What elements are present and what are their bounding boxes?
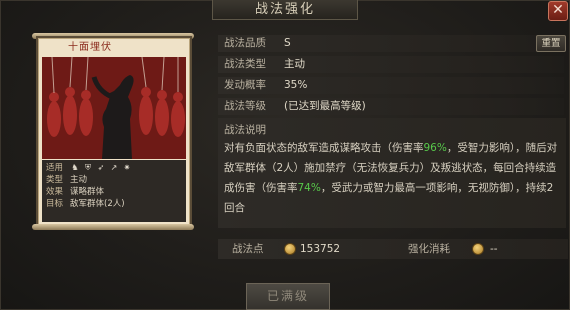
info-value: 敌军群体(2人) [70, 199, 125, 209]
info-value: 主动 [70, 175, 88, 185]
stat-row-level: 战法等级 (已达到最高等级) [218, 98, 564, 115]
cost-value: -- [490, 243, 498, 255]
description-panel: 战法说明 对有负面状态的敌军造成谋略攻击（伤害率96%，受智力影响），随后对敌军… [218, 118, 566, 228]
vehicle-icon: ✷ [123, 163, 131, 172]
info-row-effect: 效果 谋略群体 [46, 186, 182, 198]
points-value: 153752 [300, 243, 341, 255]
stat-row-grade: 战法品质 S [218, 35, 564, 52]
info-key: 目标 [46, 199, 64, 209]
type-label: 战法类型 [224, 58, 266, 70]
description-text: 对有负面状态的敌军造成谋略攻击（伤害率96%，受智力影响），随后对敌军群体（2人… [224, 138, 560, 218]
info-key: 类型 [46, 175, 64, 185]
level-value: (已达到最高等级) [284, 100, 366, 112]
tactic-info-panel: 适用 ♞ ⛨ ➶ ↗ ✷ 类型 主动 效果 谋略群体 目标 敌军群体(2人) [42, 160, 186, 222]
points-label: 战法点 [232, 243, 264, 255]
stat-row-type: 战法类型 主动 [218, 56, 564, 73]
description-label: 战法说明 [224, 124, 266, 136]
scroll-rod-bottom [32, 224, 194, 230]
shield-icon: ⛨ [85, 163, 91, 172]
info-row-target: 目标 敌军群体(2人) [46, 198, 182, 210]
spear-icon: ↗ [110, 163, 118, 172]
grade-value: S [284, 37, 291, 49]
troop-type-icons: ♞ ⛨ ➶ ↗ ✷ [70, 162, 132, 174]
rate-value: 35% [284, 79, 308, 91]
desc-segment: 对有负面状态的敌军造成谋略攻击（伤害率 [224, 142, 424, 154]
damage-rate-highlight: 96% [423, 142, 447, 154]
tactic-name: 十面埋伏 [68, 42, 112, 53]
dialog-title: 战法强化 [212, 0, 358, 20]
coin-icon [284, 243, 296, 255]
tactic-illustration [42, 57, 186, 159]
points-row: 战法点 153752 强化消耗 -- [218, 239, 568, 259]
stat-row-rate: 发动概率 35% [218, 77, 564, 94]
close-button[interactable]: ✕ [548, 1, 568, 21]
info-key: 效果 [46, 187, 64, 197]
reset-button[interactable]: 重置 [536, 35, 566, 52]
info-key: 适用 [46, 163, 64, 173]
bow-icon: ➶ [97, 163, 105, 172]
info-row-type: 类型 主动 [46, 174, 182, 186]
type-value: 主动 [284, 58, 305, 70]
max-level-button[interactable]: 已满级 [246, 283, 330, 310]
rate-label: 发动概率 [224, 79, 266, 91]
coin-icon [472, 243, 484, 255]
info-value: 谋略群体 [70, 187, 105, 197]
grade-label: 战法品质 [224, 37, 266, 49]
cost-label: 强化消耗 [408, 243, 450, 255]
info-row-applicable: 适用 ♞ ⛨ ➶ ↗ ✷ [46, 162, 182, 174]
level-label: 战法等级 [224, 100, 266, 112]
dot-rate-highlight: 74% [297, 182, 321, 194]
cavalry-icon: ♞ [71, 163, 79, 172]
